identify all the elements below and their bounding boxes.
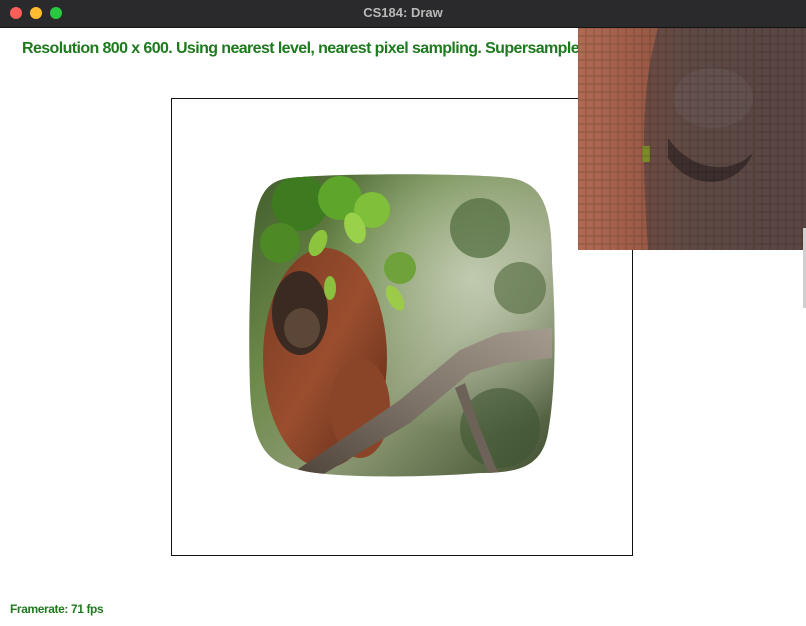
title-bar: CS184: Draw — [0, 0, 806, 28]
draw-canvas[interactable]: Resolution 800 x 600. Using nearest leve… — [0, 28, 806, 626]
framerate-readout: Framerate: 71 fps — [10, 602, 104, 616]
pixel-inspector-zoom — [578, 28, 806, 250]
window-title: CS184: Draw — [363, 5, 443, 20]
